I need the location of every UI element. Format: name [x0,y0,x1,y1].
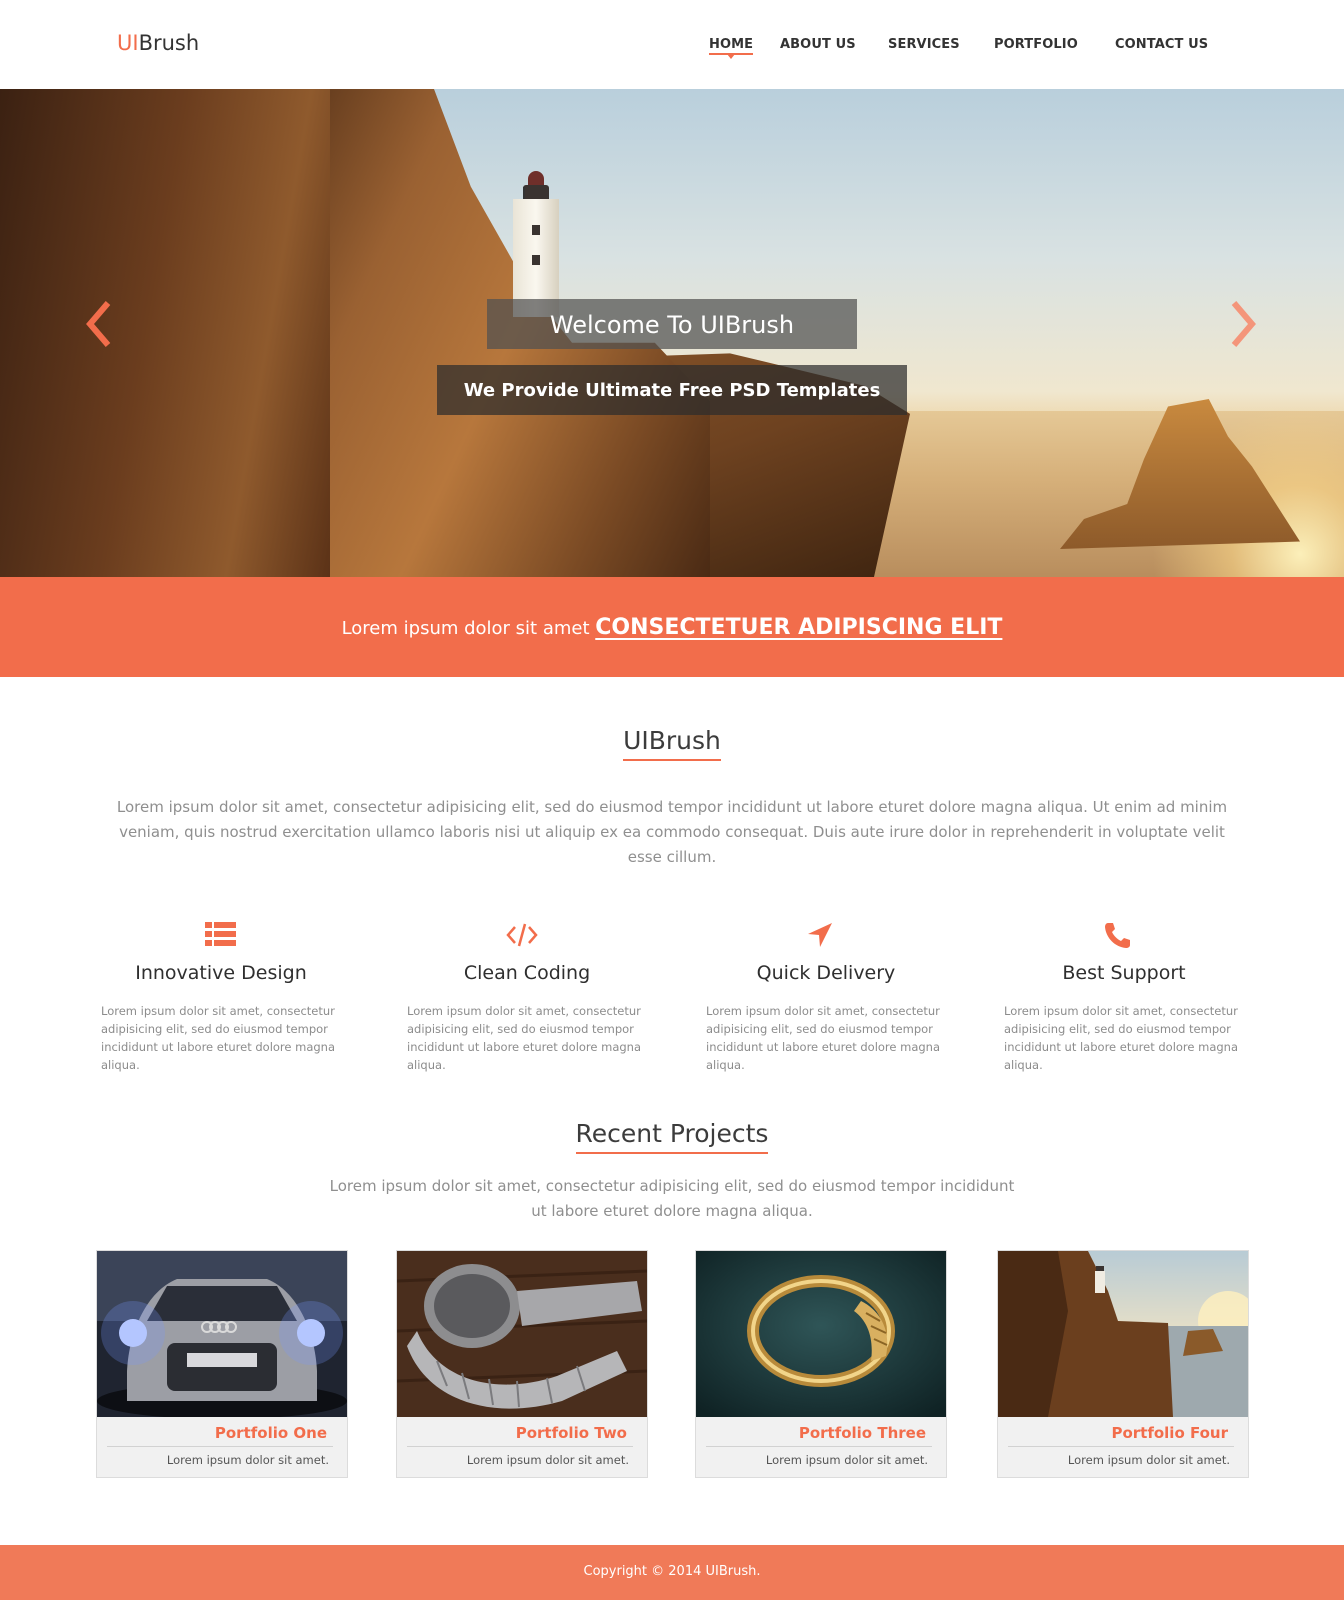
chevron-left-icon [86,301,111,347]
slider-prev-button[interactable] [82,299,122,349]
logo-text: Brush [138,31,200,55]
portfolio-title[interactable]: Portfolio Two [516,1424,627,1442]
code-icon [506,923,538,947]
about-title-text: UIBrush [623,726,721,761]
nav-about-us[interactable]: ABOUT US [780,37,856,52]
chevron-right-icon [1231,301,1256,347]
banner-link[interactable]: CONSECTETUER ADIPISCING ELIT [595,615,1002,640]
banner-text: Lorem ipsum dolor sit amet CONSECTETUER … [0,615,1344,640]
portfolio-image-watch [397,1251,647,1417]
portfolio-card[interactable]: Portfolio Four Lorem ipsum dolor sit ame… [997,1250,1249,1478]
portfolio-image-car [97,1251,347,1417]
portfolio-description: Lorem ipsum dolor sit amet. [466,1453,629,1467]
site-logo[interactable]: UIBrush [117,31,199,55]
card-divider [706,1446,932,1447]
portfolio-image-cliff [998,1251,1248,1417]
about-section-title: UIBrush [0,726,1344,761]
feature-title: Quick Delivery [756,962,896,984]
feature-title: Best Support [1062,962,1186,984]
feature-description: Lorem ipsum dolor sit amet, consectetur … [706,1004,941,1072]
nav-contact-us[interactable]: CONTACT US [1115,37,1208,52]
lighthouse-window [532,225,540,235]
slider-next-button[interactable] [1222,299,1262,349]
about-description: Lorem ipsum dolor sit amet, consectetur … [116,798,1228,866]
feature-description: Lorem ipsum dolor sit amet, consectetur … [101,1004,336,1072]
lighthouse-window [532,255,540,265]
phone-icon [1105,923,1130,948]
promo-banner: Lorem ipsum dolor sit amet CONSECTETUER … [0,577,1344,677]
hero-foreground-rock [0,89,330,577]
card-divider [107,1446,333,1447]
nav-home[interactable]: HOME [709,37,753,52]
portfolio-card[interactable]: Portfolio One Lorem ipsum dolor sit amet… [96,1250,348,1478]
feature-description: Lorem ipsum dolor sit amet, consectetur … [1004,1004,1239,1072]
site-footer: Copyright © 2014 UIBrush. [0,1545,1344,1600]
nav-active-caret-icon [727,54,735,59]
banner-lead: Lorem ipsum dolor sit amet [341,618,596,639]
portfolio-title[interactable]: Portfolio One [215,1424,327,1442]
hero-slider: Welcome To UIBrush We Provide Ultimate F… [0,89,1344,577]
lighthouse-dome [528,171,544,185]
card-divider [1008,1446,1234,1447]
feature-title: Innovative Design [135,962,307,984]
logo-accent: UI [117,31,139,55]
nav-portfolio[interactable]: PORTFOLIO [994,37,1078,52]
portfolio-card[interactable]: Portfolio Two Lorem ipsum dolor sit amet… [396,1250,648,1478]
site-header: UIBrush HOME ABOUT US SERVICES PORTFOLIO… [0,0,1344,89]
feature-title: Clean Coding [463,962,591,984]
hero-title: Welcome To UIBrush [549,311,795,339]
projects-section-title: Recent Projects [0,1119,1344,1154]
portfolio-description: Lorem ipsum dolor sit amet. [166,1453,329,1467]
portfolio-description: Lorem ipsum dolor sit amet. [1067,1453,1230,1467]
projects-title-text: Recent Projects [575,1119,769,1154]
location-arrow-icon [808,923,832,947]
feature-description: Lorem ipsum dolor sit amet, consectetur … [407,1004,642,1072]
portfolio-description: Lorem ipsum dolor sit amet. [765,1453,928,1467]
projects-description: Lorem ipsum dolor sit amet, consectetur … [329,1177,1015,1220]
hero-subtitle: We Provide Ultimate Free PSD Templates [463,380,881,401]
card-divider [407,1446,633,1447]
portfolio-title[interactable]: Portfolio Three [799,1424,926,1442]
portfolio-title[interactable]: Portfolio Four [1111,1424,1228,1442]
footer-copyright: Copyright © 2014 UIBrush. [583,1564,761,1579]
nav-services[interactable]: SERVICES [888,37,960,52]
portfolio-card[interactable]: Portfolio Three Lorem ipsum dolor sit am… [695,1250,947,1478]
portfolio-image-ring [696,1251,946,1417]
list-icon [205,922,236,946]
